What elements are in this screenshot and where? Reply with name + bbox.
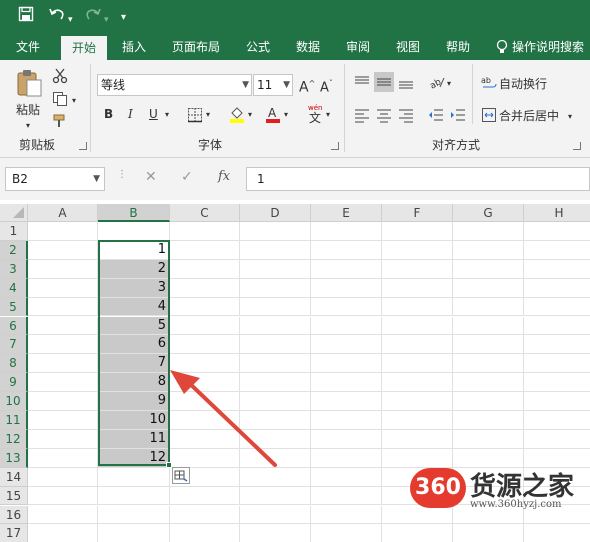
watermark-url: www.360hyzj.com <box>470 499 562 510</box>
watermark-badge: 360 <box>410 468 466 508</box>
annotation-arrow <box>170 370 277 467</box>
watermark-name: 货源之家 <box>470 472 575 502</box>
watermark-logo: 360 货源之家 www.360hyzj.com <box>408 466 588 514</box>
